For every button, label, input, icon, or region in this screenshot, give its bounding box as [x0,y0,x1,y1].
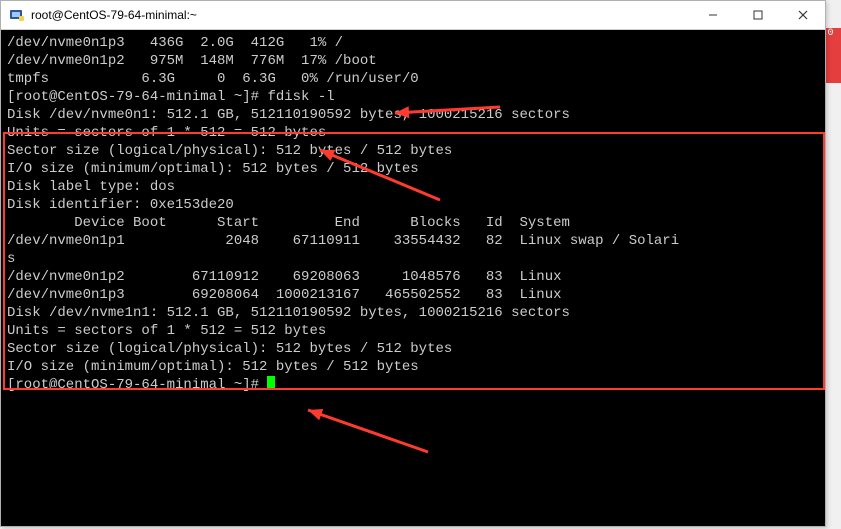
terminal-line: Units = sectors of 1 * 512 = 512 bytes [7,322,819,340]
terminal-line: /dev/nvme0n1p3 436G 2.0G 412G 1% / [7,34,819,52]
terminal-line: Disk label type: dos [7,178,819,196]
terminal-line: Disk /dev/nvme1n1: 512.1 GB, 51211019059… [7,304,819,322]
terminal-line: Units = sectors of 1 * 512 = 512 bytes [7,124,819,142]
terminal-window: root@CentOS-79-64-minimal:~ /dev/nvme0n1… [0,0,826,527]
putty-icon [7,5,27,25]
terminal-line: [root@CentOS-79-64-minimal ~]# [7,376,819,394]
terminal-line: /dev/nvme0n1p2 975M 148M 776M 17% /boot [7,52,819,70]
terminal-line: tmpfs 6.3G 0 6.3G 0% /run/user/0 [7,70,819,88]
terminal-line: Sector size (logical/physical): 512 byte… [7,142,819,160]
terminal-line: /dev/nvme0n1p3 69208064 1000213167 46550… [7,286,819,304]
terminal-line: I/O size (minimum/optimal): 512 bytes / … [7,160,819,178]
minimize-button[interactable] [690,1,735,29]
terminal-line: Disk identifier: 0xe153de20 [7,196,819,214]
terminal-line: Device Boot Start End Blocks Id System [7,214,819,232]
window-buttons [690,1,825,29]
terminal-line: s [7,250,819,268]
close-button[interactable] [780,1,825,29]
cursor [267,376,275,390]
maximize-button[interactable] [735,1,780,29]
terminal-line: /dev/nvme0n1p1 2048 67110911 33554432 82… [7,232,819,250]
window-title: root@CentOS-79-64-minimal:~ [31,8,690,22]
terminal-output[interactable]: /dev/nvme0n1p3 436G 2.0G 412G 1% //dev/n… [1,30,825,526]
terminal-line: I/O size (minimum/optimal): 512 bytes / … [7,358,819,376]
terminal-line: Disk /dev/nvme0n1: 512.1 GB, 51211019059… [7,106,819,124]
terminal-line: [root@CentOS-79-64-minimal ~]# fdisk -l [7,88,819,106]
terminal-line: Sector size (logical/physical): 512 byte… [7,340,819,358]
terminal-line: /dev/nvme0n1p2 67110912 69208063 1048576… [7,268,819,286]
titlebar[interactable]: root@CentOS-79-64-minimal:~ [1,1,825,30]
